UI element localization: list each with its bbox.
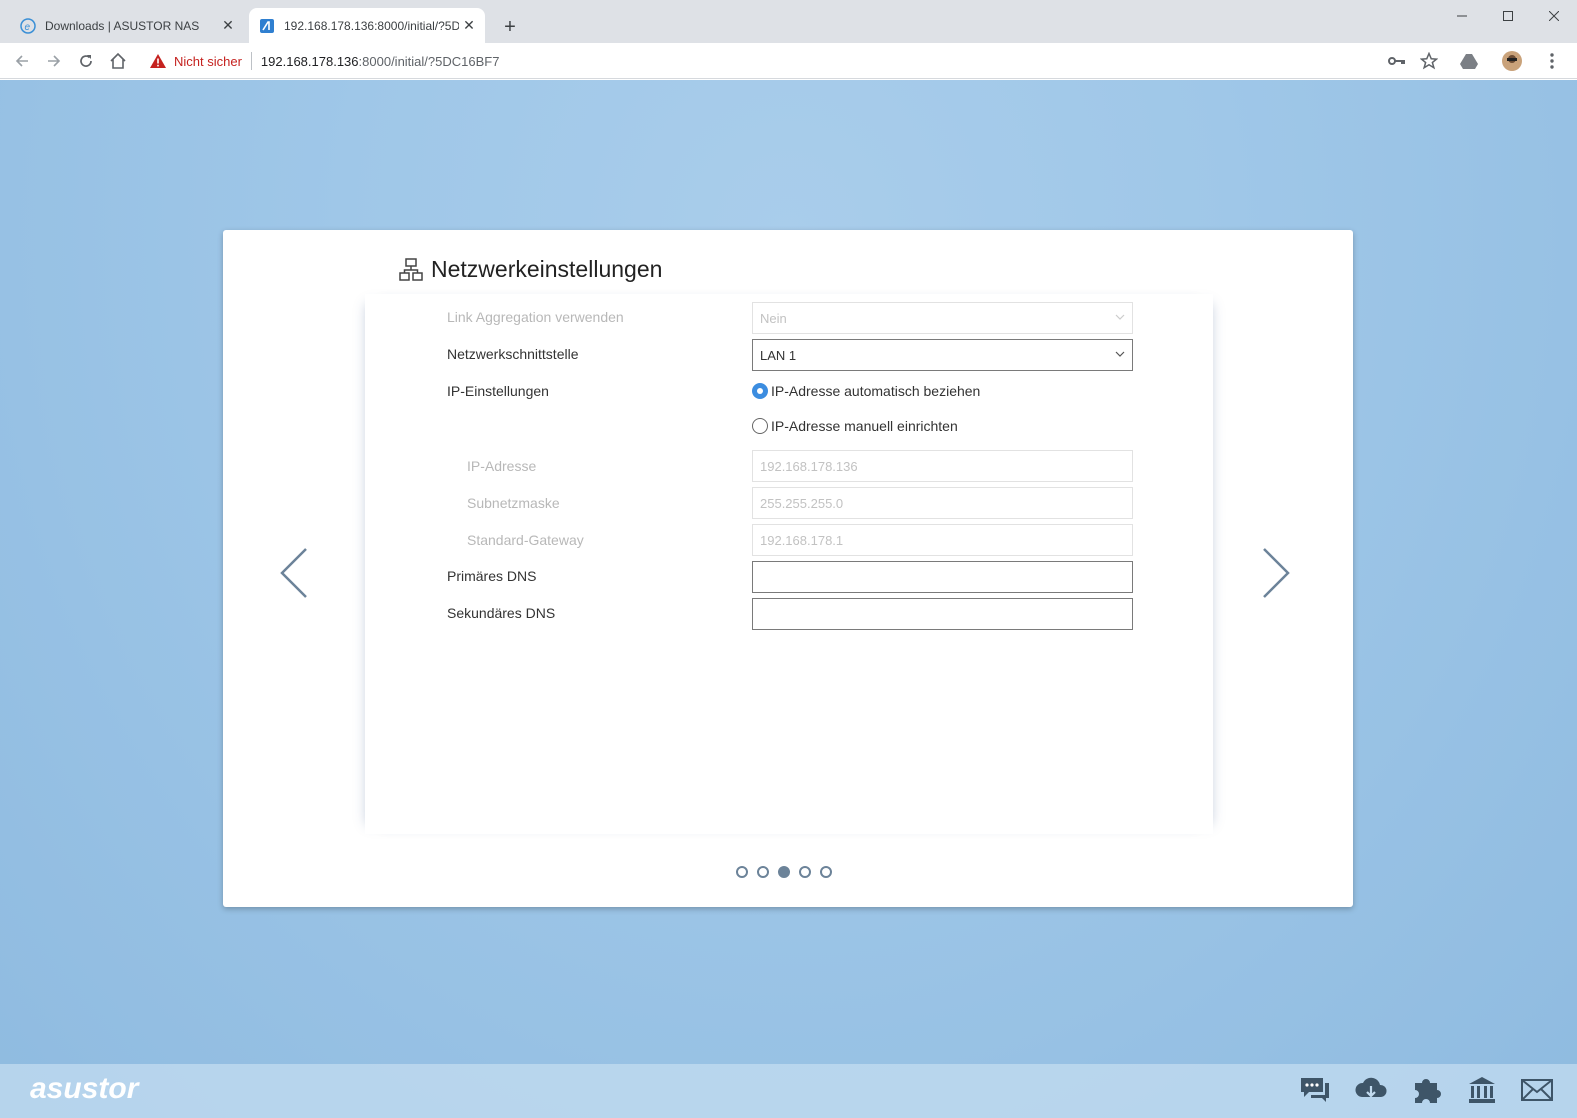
subnet-mask-value: 255.255.255.0 <box>760 495 844 511</box>
step-dot-3[interactable] <box>778 866 790 878</box>
security-warning[interactable]: Nicht sicher <box>140 54 242 69</box>
reload-icon[interactable] <box>72 47 100 75</box>
asustor-a-favicon-icon <box>259 18 275 34</box>
profile-avatar-icon[interactable] <box>1498 47 1526 75</box>
ip-manual-option[interactable]: IP-Adresse manuell einrichten <box>752 418 958 434</box>
tab-title: 192.168.178.136:8000/initial/?5D <box>284 18 459 33</box>
chevron-down-icon <box>1115 351 1125 357</box>
svg-text:e: e <box>25 22 31 33</box>
chat-icon[interactable] <box>1298 1074 1332 1106</box>
tab-strip: e Downloads | ASUSTOR NAS ✕ 192.168.178.… <box>0 0 1577 43</box>
ip-address-value: 192.168.178.136 <box>760 458 858 474</box>
secondary-dns-input[interactable] <box>752 598 1133 630</box>
address-bar[interactable]: Nicht sicher 192.168.178.136:8000/initia… <box>140 47 1575 75</box>
asustor-e-favicon-icon: e <box>20 17 36 34</box>
tab-initial-setup[interactable]: 192.168.178.136:8000/initial/?5D ✕ <box>249 8 485 43</box>
url-path: :8000/initial/?5DC16BF7 <box>358 53 500 69</box>
forward-icon[interactable] <box>40 47 68 75</box>
page-title: Netzwerkeinstellungen <box>431 256 663 282</box>
tab-title: Downloads | ASUSTOR NAS <box>45 18 200 33</box>
link-aggregation-select: Nein <box>752 302 1133 334</box>
setup-wizard-card: Netzwerkeinstellungen Link Aggregation v… <box>223 230 1353 907</box>
home-icon[interactable] <box>104 47 132 75</box>
subnet-mask-input: 255.255.255.0 <box>752 487 1133 519</box>
star-icon[interactable] <box>1415 47 1443 75</box>
step-dot-2[interactable] <box>757 866 769 878</box>
network-interface-select[interactable]: LAN 1 <box>752 339 1133 371</box>
next-arrow-icon[interactable] <box>1260 545 1294 601</box>
step-dot-1[interactable] <box>736 866 748 878</box>
link-aggregation-label: Link Aggregation verwenden <box>447 309 624 325</box>
ip-auto-radio[interactable] <box>752 383 768 399</box>
new-tab-button[interactable]: + <box>498 15 522 39</box>
previous-arrow-icon[interactable] <box>276 545 310 601</box>
ip-address-label: IP-Adresse <box>467 458 537 474</box>
gateway-value: 192.168.178.1 <box>760 532 844 548</box>
step-dot-4[interactable] <box>799 866 811 878</box>
divider <box>250 52 252 70</box>
minimize-icon[interactable] <box>1439 0 1485 32</box>
security-label: Nicht sicher <box>174 53 242 69</box>
ip-auto-option[interactable]: IP-Adresse automatisch beziehen <box>752 383 980 399</box>
network-icon <box>399 257 423 281</box>
maximize-icon[interactable] <box>1485 0 1531 32</box>
back-icon[interactable] <box>8 47 36 75</box>
ip-address-input: 192.168.178.136 <box>752 450 1133 482</box>
ip-settings-label: IP-Einstellungen <box>447 383 549 399</box>
window-close-icon[interactable] <box>1531 0 1577 32</box>
dialog-header: Netzwerkeinstellungen <box>399 256 662 283</box>
secondary-dns-label: Sekundäres DNS <box>447 605 556 621</box>
ip-manual-radio[interactable] <box>752 418 768 434</box>
close-icon[interactable]: ✕ <box>459 16 479 36</box>
ip-manual-label: IP-Adresse manuell einrichten <box>771 418 958 434</box>
gateway-input: 192.168.178.1 <box>752 524 1133 556</box>
bank-icon[interactable] <box>1465 1074 1499 1106</box>
ip-auto-label: IP-Adresse automatisch beziehen <box>771 383 981 399</box>
warning-icon <box>150 54 166 68</box>
gateway-label: Standard-Gateway <box>467 532 584 548</box>
chevron-down-icon <box>1115 314 1125 320</box>
network-interface-label: Netzwerkschnittstelle <box>447 346 579 362</box>
primary-dns-input[interactable] <box>752 561 1133 593</box>
step-dot-5[interactable] <box>820 866 832 878</box>
browser-toolbar: Nicht sicher 192.168.178.136:8000/initia… <box>0 43 1577 79</box>
drive-extension-icon[interactable] <box>1455 47 1483 75</box>
primary-dns-label: Primäres DNS <box>447 568 537 584</box>
url-host: 192.168.178.136 <box>260 53 359 69</box>
tab-downloads[interactable]: e Downloads | ASUSTOR NAS ✕ <box>8 8 244 43</box>
link-aggregation-value: Nein <box>760 310 787 326</box>
close-icon[interactable]: ✕ <box>218 16 238 36</box>
menu-icon[interactable] <box>1538 47 1566 75</box>
mail-icon[interactable] <box>1520 1074 1554 1106</box>
cloud-download-icon[interactable] <box>1354 1074 1388 1106</box>
asustor-logo: asustor <box>30 1072 139 1105</box>
network-interface-value: LAN 1 <box>760 347 797 363</box>
step-indicator <box>736 866 832 878</box>
page-background: Netzwerkeinstellungen Link Aggregation v… <box>0 80 1577 1118</box>
subnet-mask-label: Subnetzmaske <box>467 495 560 511</box>
puzzle-icon[interactable] <box>1409 1074 1443 1106</box>
footer-bar: asustor <box>0 1064 1577 1118</box>
key-icon[interactable] <box>1383 47 1411 75</box>
